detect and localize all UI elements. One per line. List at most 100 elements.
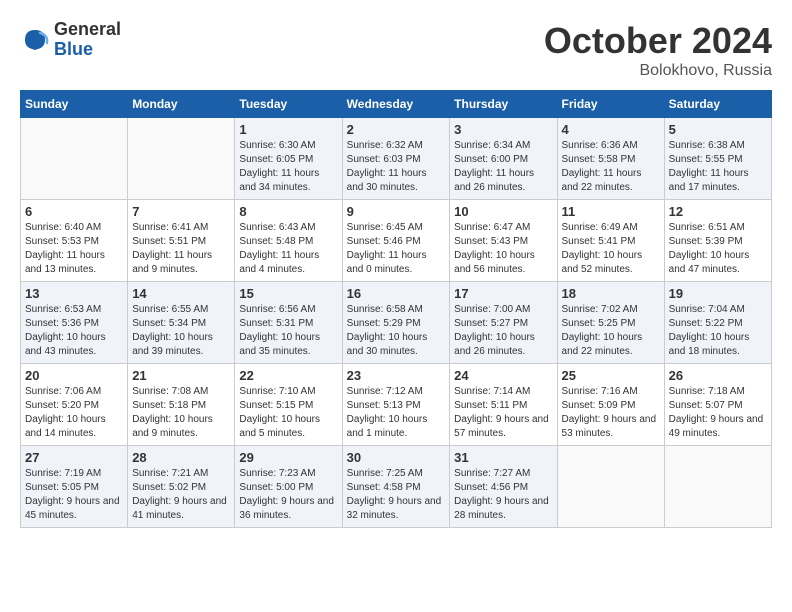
calendar-week-5: 27 Sunrise: 7:19 AM Sunset: 5:05 PM Dayli… (21, 446, 772, 528)
calendar-cell: 11Sunrise: 6:49 AM Sunset: 5:41 PM Dayli… (557, 200, 664, 282)
day-info: Sunrise: 7:10 AM Sunset: 5:15 PM Dayligh… (239, 385, 337, 441)
day-info: Sunrise: 6:34 AM Sunset: 6:00 PM Dayligh… (454, 139, 552, 195)
day-info: Sunrise: 7:18 AM Sunset: 5:07 PM Dayligh… (669, 385, 767, 441)
calendar-cell: 1Sunrise: 6:30 AM Sunset: 6:05 PM Daylig… (235, 118, 342, 200)
calendar-cell: 20Sunrise: 7:06 AM Sunset: 5:20 PM Dayli… (21, 364, 128, 446)
calendar-cell: 13Sunrise: 6:53 AM Sunset: 5:36 PM Dayli… (21, 282, 128, 364)
day-number: 9 (347, 204, 446, 219)
calendar-cell: 2 Sunrise: 6:32 AM Sunset: 6:03 PM Daylig… (342, 118, 450, 200)
day-info: Sunrise: 7:14 AM Sunset: 5:11 PM Dayligh… (454, 385, 552, 441)
calendar-cell: 27 Sunrise: 7:19 AM Sunset: 5:05 PM Dayli… (21, 446, 128, 528)
day-info: Sunrise: 6:47 AM Sunset: 5:43 PM Dayligh… (454, 221, 552, 277)
weekday-row: SundayMondayTuesdayWednesdayThursdayFrid… (21, 91, 772, 118)
day-info: Sunrise: 7:16 AM Sunset: 5:09 PM Dayligh… (562, 385, 660, 441)
calendar-table: SundayMondayTuesdayWednesdayThursdayFrid… (20, 90, 772, 528)
day-number: 4 (562, 122, 660, 137)
calendar-cell: 10 Sunrise: 6:47 AM Sunset: 5:43 PM Dayli… (450, 200, 557, 282)
day-number: 21 (132, 368, 230, 383)
day-number: 31 (454, 450, 552, 465)
day-number: 27 (25, 450, 123, 465)
day-number: 29 (239, 450, 337, 465)
calendar-cell: 31Sunrise: 7:27 AM Sunset: 4:56 PM Dayli… (450, 446, 557, 528)
calendar-cell (21, 118, 128, 200)
calendar-cell: 24 Sunrise: 7:14 AM Sunset: 5:11 PM Dayli… (450, 364, 557, 446)
calendar-week-1: 1Sunrise: 6:30 AM Sunset: 6:05 PM Daylig… (21, 118, 772, 200)
day-info: Sunrise: 7:02 AM Sunset: 5:25 PM Dayligh… (562, 303, 660, 359)
calendar-week-2: 6 Sunrise: 6:40 AM Sunset: 5:53 PM Daylig… (21, 200, 772, 282)
calendar-cell: 19 Sunrise: 7:04 AM Sunset: 5:22 PM Dayli… (664, 282, 771, 364)
day-number: 10 (454, 204, 552, 219)
weekday-header-tuesday: Tuesday (235, 91, 342, 118)
day-number: 19 (669, 286, 767, 301)
day-info: Sunrise: 6:51 AM Sunset: 5:39 PM Dayligh… (669, 221, 767, 277)
day-info: Sunrise: 6:56 AM Sunset: 5:31 PM Dayligh… (239, 303, 337, 359)
weekday-header-friday: Friday (557, 91, 664, 118)
calendar-week-4: 20Sunrise: 7:06 AM Sunset: 5:20 PM Dayli… (21, 364, 772, 446)
day-info: Sunrise: 6:53 AM Sunset: 5:36 PM Dayligh… (25, 303, 123, 359)
weekday-header-wednesday: Wednesday (342, 91, 450, 118)
day-number: 7 (132, 204, 230, 219)
calendar-cell: 28 Sunrise: 7:21 AM Sunset: 5:02 PM Dayli… (128, 446, 235, 528)
day-info: Sunrise: 7:08 AM Sunset: 5:18 PM Dayligh… (132, 385, 230, 441)
logo: General Blue (20, 20, 121, 60)
day-info: Sunrise: 6:36 AM Sunset: 5:58 PM Dayligh… (562, 139, 660, 195)
logo-general: General (54, 20, 121, 40)
calendar-cell: 30 Sunrise: 7:25 AM Sunset: 4:58 PM Dayli… (342, 446, 450, 528)
day-info: Sunrise: 6:30 AM Sunset: 6:05 PM Dayligh… (239, 139, 337, 195)
calendar-cell: 23 Sunrise: 7:12 AM Sunset: 5:13 PM Dayli… (342, 364, 450, 446)
day-info: Sunrise: 7:04 AM Sunset: 5:22 PM Dayligh… (669, 303, 767, 359)
day-info: Sunrise: 6:40 AM Sunset: 5:53 PM Dayligh… (25, 221, 123, 277)
day-number: 3 (454, 122, 552, 137)
day-info: Sunrise: 6:45 AM Sunset: 5:46 PM Dayligh… (347, 221, 446, 277)
day-number: 26 (669, 368, 767, 383)
day-number: 23 (347, 368, 446, 383)
day-info: Sunrise: 7:23 AM Sunset: 5:00 PM Dayligh… (239, 467, 337, 523)
day-info: Sunrise: 6:58 AM Sunset: 5:29 PM Dayligh… (347, 303, 446, 359)
day-info: Sunrise: 7:21 AM Sunset: 5:02 PM Dayligh… (132, 467, 230, 523)
calendar-cell: 26 Sunrise: 7:18 AM Sunset: 5:07 PM Dayli… (664, 364, 771, 446)
calendar-cell (128, 118, 235, 200)
calendar-cell: 12 Sunrise: 6:51 AM Sunset: 5:39 PM Dayli… (664, 200, 771, 282)
calendar-cell: 16 Sunrise: 6:58 AM Sunset: 5:29 PM Dayli… (342, 282, 450, 364)
day-number: 25 (562, 368, 660, 383)
day-info: Sunrise: 6:55 AM Sunset: 5:34 PM Dayligh… (132, 303, 230, 359)
day-number: 15 (239, 286, 337, 301)
day-number: 6 (25, 204, 123, 219)
calendar-cell: 8Sunrise: 6:43 AM Sunset: 5:48 PM Daylig… (235, 200, 342, 282)
day-info: Sunrise: 6:32 AM Sunset: 6:03 PM Dayligh… (347, 139, 446, 195)
calendar-cell: 5 Sunrise: 6:38 AM Sunset: 5:55 PM Daylig… (664, 118, 771, 200)
day-info: Sunrise: 6:38 AM Sunset: 5:55 PM Dayligh… (669, 139, 767, 195)
calendar-body: 1Sunrise: 6:30 AM Sunset: 6:05 PM Daylig… (21, 118, 772, 528)
calendar-cell: 22Sunrise: 7:10 AM Sunset: 5:15 PM Dayli… (235, 364, 342, 446)
month-title: October 2024 (544, 20, 772, 62)
calendar-cell: 7Sunrise: 6:41 AM Sunset: 5:51 PM Daylig… (128, 200, 235, 282)
title-block: October 2024 Bolokhovo, Russia (544, 20, 772, 80)
day-number: 24 (454, 368, 552, 383)
day-number: 11 (562, 204, 660, 219)
day-number: 16 (347, 286, 446, 301)
logo-text: General Blue (54, 20, 121, 60)
day-number: 30 (347, 450, 446, 465)
calendar-week-3: 13Sunrise: 6:53 AM Sunset: 5:36 PM Dayli… (21, 282, 772, 364)
day-info: Sunrise: 7:19 AM Sunset: 5:05 PM Dayligh… (25, 467, 123, 523)
page-header: General Blue October 2024 Bolokhovo, Rus… (20, 20, 772, 80)
day-info: Sunrise: 7:12 AM Sunset: 5:13 PM Dayligh… (347, 385, 446, 441)
calendar-cell: 17Sunrise: 7:00 AM Sunset: 5:27 PM Dayli… (450, 282, 557, 364)
logo-icon (20, 25, 50, 55)
calendar-cell: 6 Sunrise: 6:40 AM Sunset: 5:53 PM Daylig… (21, 200, 128, 282)
day-number: 18 (562, 286, 660, 301)
location: Bolokhovo, Russia (544, 62, 772, 80)
calendar-cell: 3 Sunrise: 6:34 AM Sunset: 6:00 PM Daylig… (450, 118, 557, 200)
calendar-cell: 21 Sunrise: 7:08 AM Sunset: 5:18 PM Dayli… (128, 364, 235, 446)
day-number: 28 (132, 450, 230, 465)
day-number: 20 (25, 368, 123, 383)
calendar-cell: 9 Sunrise: 6:45 AM Sunset: 5:46 PM Daylig… (342, 200, 450, 282)
day-info: Sunrise: 6:43 AM Sunset: 5:48 PM Dayligh… (239, 221, 337, 277)
calendar-cell (557, 446, 664, 528)
weekday-header-saturday: Saturday (664, 91, 771, 118)
day-number: 2 (347, 122, 446, 137)
day-number: 5 (669, 122, 767, 137)
calendar-cell: 29 Sunrise: 7:23 AM Sunset: 5:00 PM Dayli… (235, 446, 342, 528)
day-number: 12 (669, 204, 767, 219)
day-info: Sunrise: 7:25 AM Sunset: 4:58 PM Dayligh… (347, 467, 446, 523)
